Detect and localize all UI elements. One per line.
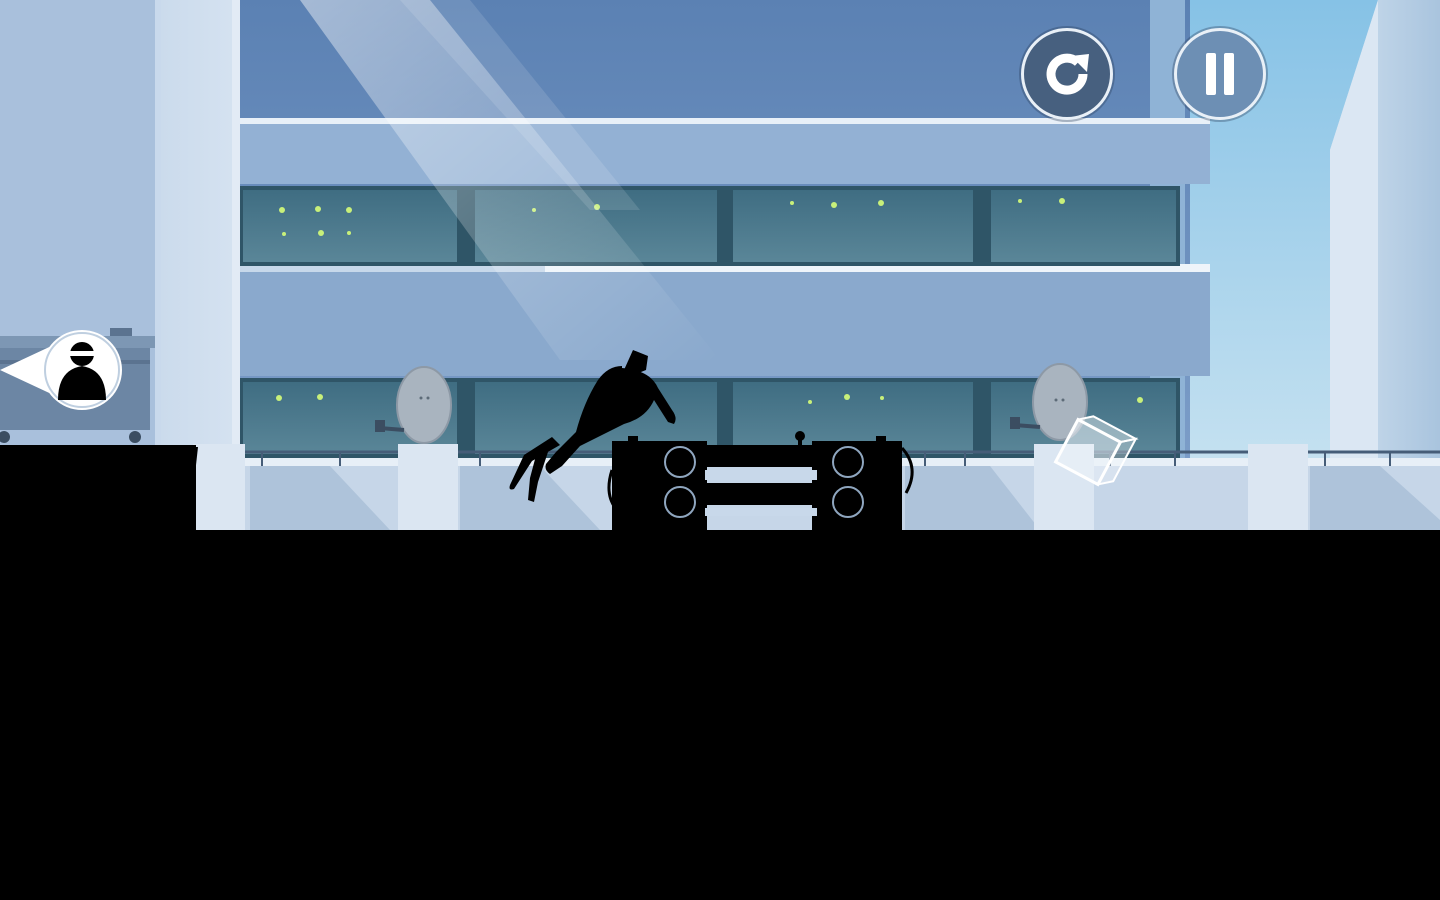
restart-button[interactable] [1021, 28, 1113, 120]
game-scene [0, 0, 1440, 900]
pause-icon [1200, 51, 1240, 97]
game-background [0, 0, 1440, 900]
pause-button[interactable] [1174, 28, 1266, 120]
chaser-indicator [0, 328, 125, 414]
restart-icon [1037, 44, 1097, 104]
hunter-silhouette-icon [52, 338, 112, 404]
